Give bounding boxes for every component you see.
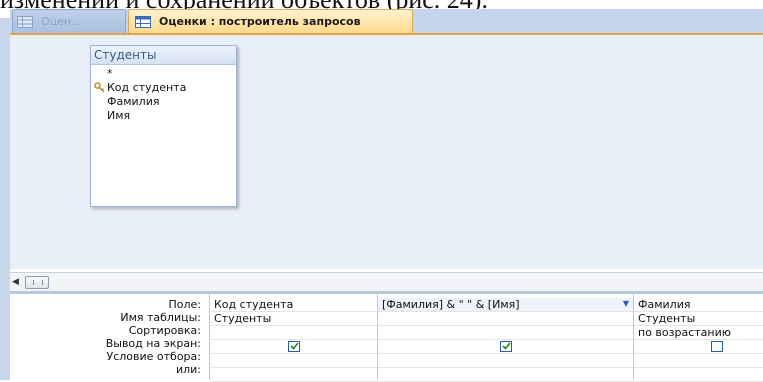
- query-design-area[interactable]: Студенты * Код студента Фамилия Имя: [10, 35, 763, 269]
- query-design-grid: Поле: Имя таблицы: Сортировка: Вывод на …: [10, 294, 763, 382]
- checkmark-icon: [290, 342, 299, 350]
- show-checkbox-unchecked[interactable]: [711, 341, 723, 352]
- row-label-criteria: Условие отбора:: [106, 350, 202, 363]
- primary-key-icon: [94, 82, 105, 93]
- cell-table[interactable]: [378, 312, 634, 326]
- cell-show: [634, 340, 763, 354]
- cell-field-selected[interactable]: [Фамилия] & " " & [Имя] ▼: [378, 298, 634, 312]
- field-list-students[interactable]: Студенты * Код студента Фамилия Имя: [90, 45, 237, 207]
- cell-show: [378, 340, 634, 354]
- field-list: * Код студента Фамилия Имя: [91, 65, 236, 123]
- row-label-show: Вывод на экран:: [105, 337, 201, 350]
- scroll-left-icon[interactable]: ◀: [12, 277, 19, 287]
- cell-criteria[interactable]: [634, 354, 763, 368]
- tab-label: Оцен...: [41, 15, 82, 28]
- row-label-field: Поле:: [168, 298, 201, 311]
- show-checkbox-checked[interactable]: [500, 341, 512, 352]
- field-label: Имя: [107, 109, 131, 122]
- grip-icon: [33, 280, 43, 285]
- row-label-sort: Сортировка:: [128, 324, 201, 337]
- field-list-title[interactable]: Студенты: [91, 46, 236, 65]
- field-label: Код студента: [107, 81, 187, 94]
- cell-sort[interactable]: [210, 326, 378, 340]
- checkmark-icon: [502, 342, 511, 350]
- cell-table[interactable]: Студенты: [210, 312, 378, 326]
- scroll-thumb[interactable]: [25, 276, 49, 289]
- show-checkbox-checked[interactable]: [288, 341, 300, 352]
- field-item-surname[interactable]: Фамилия: [91, 95, 236, 109]
- cell-sort[interactable]: [378, 326, 634, 340]
- cell-table[interactable]: Студенты: [634, 312, 763, 326]
- query-icon: [135, 15, 151, 28]
- tab-query-builder[interactable]: Оценки : построитель запросов: [128, 9, 413, 33]
- cell-field[interactable]: Фамилия: [634, 298, 763, 312]
- field-label: *: [107, 67, 113, 80]
- cell-criteria[interactable]: [378, 354, 634, 368]
- row-label-or: или:: [175, 363, 201, 376]
- grid-column-student-id: Код студента Студенты: [209, 294, 378, 382]
- cell-sort[interactable]: по возрастанию: [634, 326, 763, 340]
- cell-show: [210, 340, 378, 354]
- cell-field-text: [Фамилия] & " " & [Имя]: [382, 298, 520, 311]
- grid-column-surname: Фамилия Студенты по возрастанию: [633, 294, 763, 382]
- chevron-down-icon[interactable]: ▼: [620, 299, 632, 309]
- field-item-student-id[interactable]: Код студента: [91, 81, 236, 95]
- grid-column-full-name: [Фамилия] & " " & [Имя] ▼: [377, 294, 634, 382]
- tab-grades-table[interactable]: Оцен...: [12, 9, 126, 33]
- left-decoration: [0, 18, 10, 380]
- tab-label: Оценки : построитель запросов: [159, 15, 361, 28]
- field-item-name[interactable]: Имя: [91, 109, 236, 123]
- row-label-table: Имя таблицы:: [120, 311, 201, 324]
- grid-row-labels: Поле: Имя таблицы: Сортировка: Вывод на …: [10, 298, 205, 376]
- table-icon: [17, 15, 33, 28]
- cell-criteria[interactable]: [210, 354, 378, 368]
- cell-field[interactable]: Код студента: [210, 298, 378, 312]
- horizontal-scrollbar[interactable]: ◀: [10, 272, 763, 291]
- field-item-all[interactable]: *: [91, 67, 236, 81]
- field-label: Фамилия: [107, 95, 160, 108]
- document-tab-bar: Оцен... Оценки : построитель запросов: [10, 9, 763, 35]
